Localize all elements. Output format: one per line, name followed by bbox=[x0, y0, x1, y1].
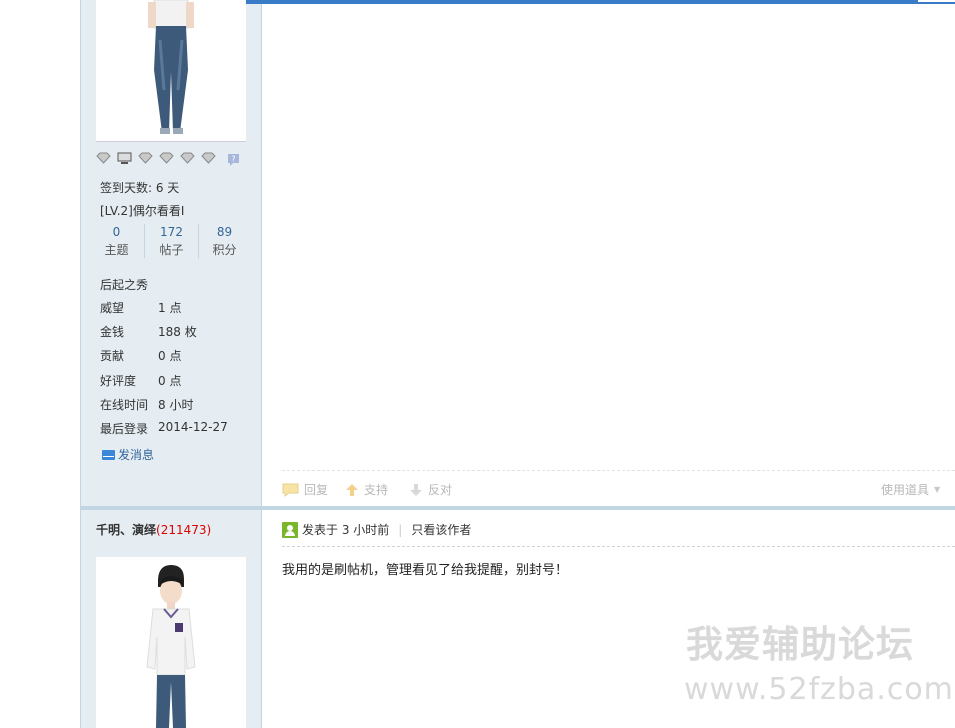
count-posts[interactable]: 172 帖子 bbox=[145, 224, 198, 260]
post-separator bbox=[81, 506, 955, 510]
diamond-medal-icon[interactable] bbox=[201, 152, 216, 167]
thumb-up-arrow-icon bbox=[346, 483, 358, 496]
top-blue-bar bbox=[170, 0, 955, 4]
oppose-button[interactable]: 反对 bbox=[409, 481, 452, 498]
avatar[interactable] bbox=[96, 0, 246, 142]
sidebar-divider bbox=[261, 0, 262, 728]
diamond-medal-icon[interactable] bbox=[138, 152, 153, 167]
thumb-down-arrow-icon bbox=[410, 483, 422, 496]
mail-icon bbox=[102, 449, 115, 460]
support-button[interactable]: 支持 bbox=[345, 481, 388, 498]
post-meta: 发表于 3 小时前 | 只看该作者 bbox=[282, 521, 471, 538]
only-author-link[interactable]: 只看该作者 bbox=[411, 521, 471, 538]
medals-row: ? bbox=[96, 152, 246, 168]
watermark-url: www.52fzba.com bbox=[684, 672, 954, 707]
help-icon[interactable]: ? bbox=[226, 152, 241, 167]
computer-medal-icon[interactable] bbox=[117, 152, 132, 167]
count-threads[interactable]: 0 主题 bbox=[90, 224, 143, 260]
avatar[interactable] bbox=[96, 557, 246, 728]
diamond-medal-icon[interactable] bbox=[96, 152, 111, 167]
online-user-icon bbox=[282, 521, 298, 538]
chevron-down-icon: ▼ bbox=[934, 485, 941, 494]
post-content: 我用的是刷帖机，管理看见了给我提醒，别封号！ bbox=[282, 563, 569, 578]
author-uid: (211473) bbox=[156, 523, 212, 537]
diamond-medal-icon[interactable] bbox=[180, 152, 195, 167]
count-points[interactable]: 89 积分 bbox=[198, 224, 251, 260]
actions-divider bbox=[282, 470, 955, 471]
avatar-figure-image bbox=[146, 565, 196, 728]
send-message-link[interactable]: 发消息 bbox=[102, 446, 154, 463]
svg-text:?: ? bbox=[231, 155, 235, 164]
watermark-title: 我爱辅助论坛 bbox=[686, 623, 914, 666]
meta-divider: | bbox=[398, 522, 403, 537]
diamond-medal-icon[interactable] bbox=[159, 152, 174, 167]
post-actions-bar: 回复 支持 反对 使用道具 ▼ bbox=[262, 472, 955, 504]
reply-icon bbox=[282, 483, 299, 497]
meta-divider-line bbox=[282, 546, 955, 547]
page-left-margin bbox=[0, 0, 80, 728]
user-level[interactable]: [LV.2]偶尔看看I bbox=[100, 202, 184, 219]
sign-in-days: 签到天数: 6 天 bbox=[100, 181, 180, 195]
post-time: 发表于 3 小时前 bbox=[302, 523, 390, 537]
avatar-figure-image bbox=[148, 0, 194, 134]
author-name[interactable]: 千明、演绎(211473) bbox=[96, 521, 211, 538]
user-counts: 0 主题 172 帖子 89 积分 bbox=[90, 224, 252, 260]
reply-button[interactable]: 回复 bbox=[282, 481, 328, 498]
top-bar-tab bbox=[918, 0, 955, 2]
use-tools-dropdown[interactable]: 使用道具 ▼ bbox=[881, 481, 940, 498]
